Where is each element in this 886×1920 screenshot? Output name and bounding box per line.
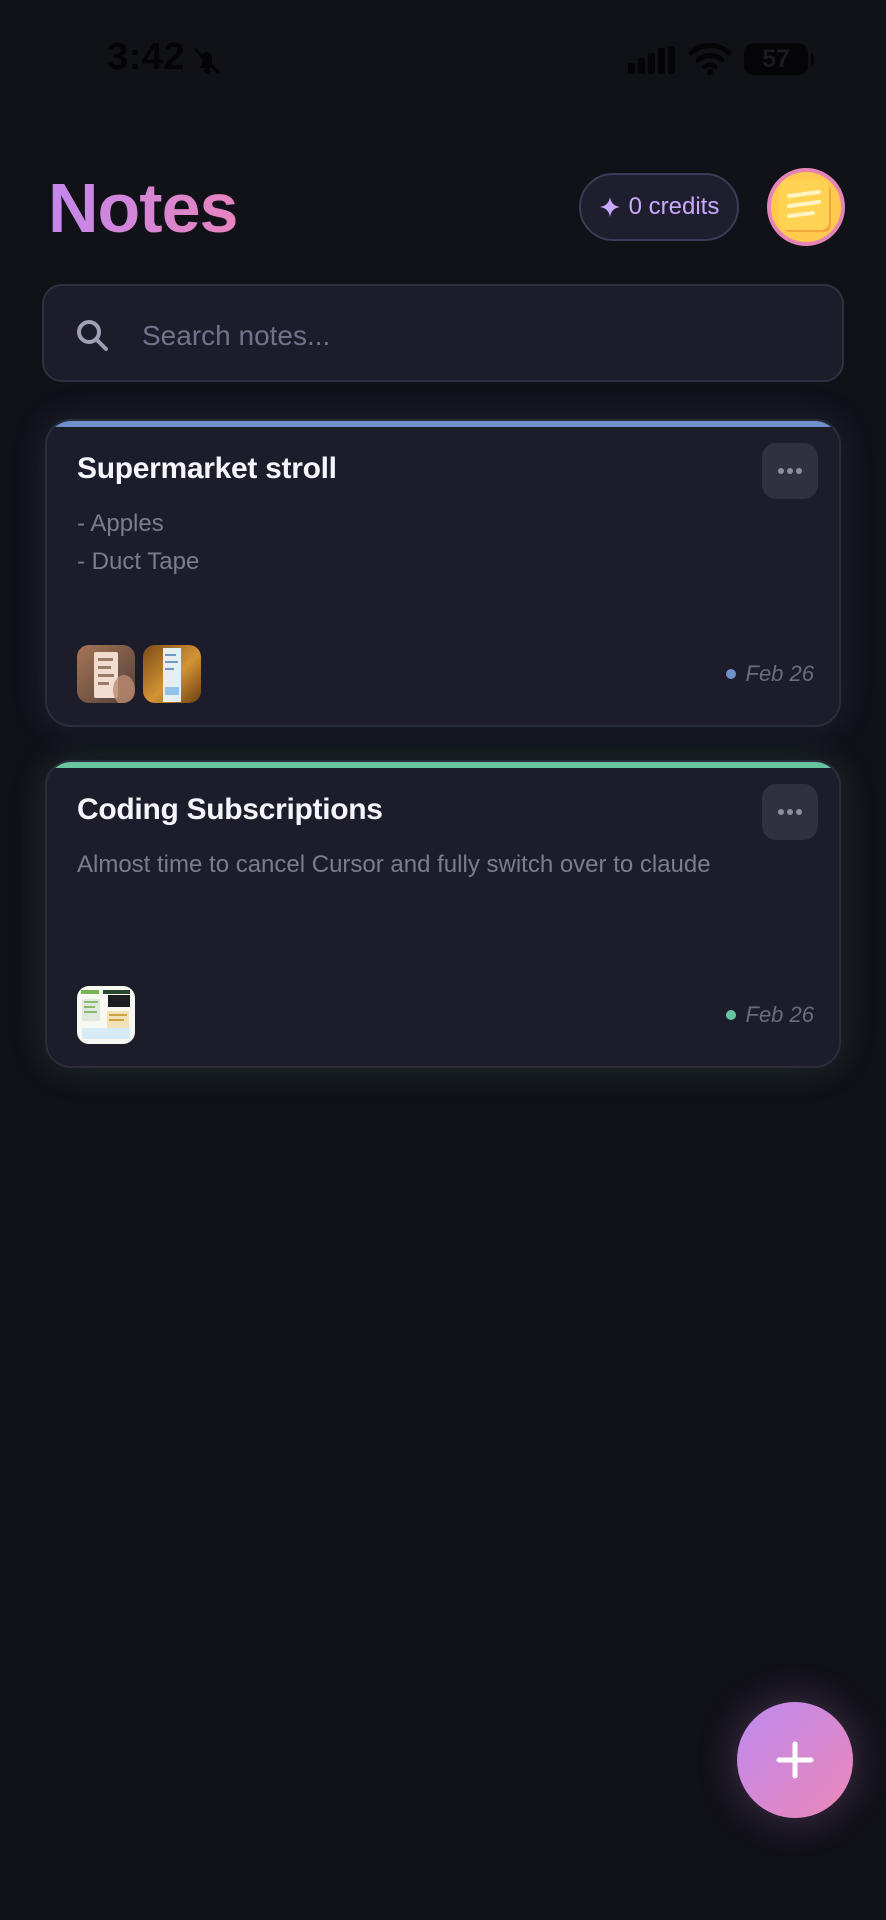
credits-label: 0 credits [628, 193, 720, 220]
search-icon [77, 320, 108, 351]
search-box[interactable] [42, 284, 844, 382]
screenshot-thumbnail[interactable] [77, 986, 135, 1044]
status-bar: 3:42 57 [0, 0, 886, 120]
sticky-note-icon [779, 180, 831, 232]
receipt-photo-thumbnail[interactable] [77, 645, 135, 703]
receipt-photo-thumbnail[interactable] [143, 645, 201, 703]
note-preview: Almost time to cancel Cursor and fully s… [77, 846, 797, 884]
page-title: Notes [48, 169, 238, 247]
status-time: 3:42 [107, 36, 186, 78]
note-date: Feb 26 [725, 659, 815, 689]
note-preview-line: Almost time to cancel Cursor and fully s… [77, 851, 711, 878]
receipt-photo-thumbnail-image [143, 645, 201, 703]
plus-icon [776, 1741, 814, 1779]
more-horizontal-icon [778, 468, 802, 474]
search-input[interactable] [140, 310, 804, 362]
avatar[interactable] [767, 168, 845, 246]
wifi-icon [688, 43, 732, 75]
receipt-photo-thumbnail-image [77, 645, 135, 703]
more-button[interactable] [762, 784, 818, 840]
note-preview-line: - Apples [77, 510, 164, 537]
date-dot [725, 669, 736, 679]
sparkle-icon [599, 197, 620, 217]
note-title: Supermarket stroll [77, 452, 337, 485]
note-accent-bar [47, 421, 839, 427]
add-note-button[interactable] [737, 1702, 853, 1818]
note-card[interactable]: Supermarket stroll - Apples - Duct Tape [45, 419, 841, 727]
note-preview: - Apples - Duct Tape [77, 505, 797, 581]
credits-button[interactable]: 0 credits [579, 173, 739, 241]
battery-indicator: 57 [744, 43, 814, 75]
note-date-text: Feb 26 [745, 1002, 815, 1027]
note-date-text: Feb 26 [745, 661, 815, 686]
date-dot [725, 1010, 736, 1020]
note-date: Feb 26 [725, 1000, 815, 1030]
screenshot-thumbnail-image [77, 986, 135, 1044]
note-preview-line: - Duct Tape [77, 548, 200, 575]
more-horizontal-icon [778, 809, 802, 815]
muted-bell-icon [194, 48, 220, 74]
note-accent-bar [47, 762, 839, 768]
more-button[interactable] [762, 443, 818, 499]
note-card[interactable]: Coding Subscriptions Almost time to canc… [45, 760, 841, 1068]
signal-icon [628, 46, 675, 74]
note-title: Coding Subscriptions [77, 793, 383, 826]
